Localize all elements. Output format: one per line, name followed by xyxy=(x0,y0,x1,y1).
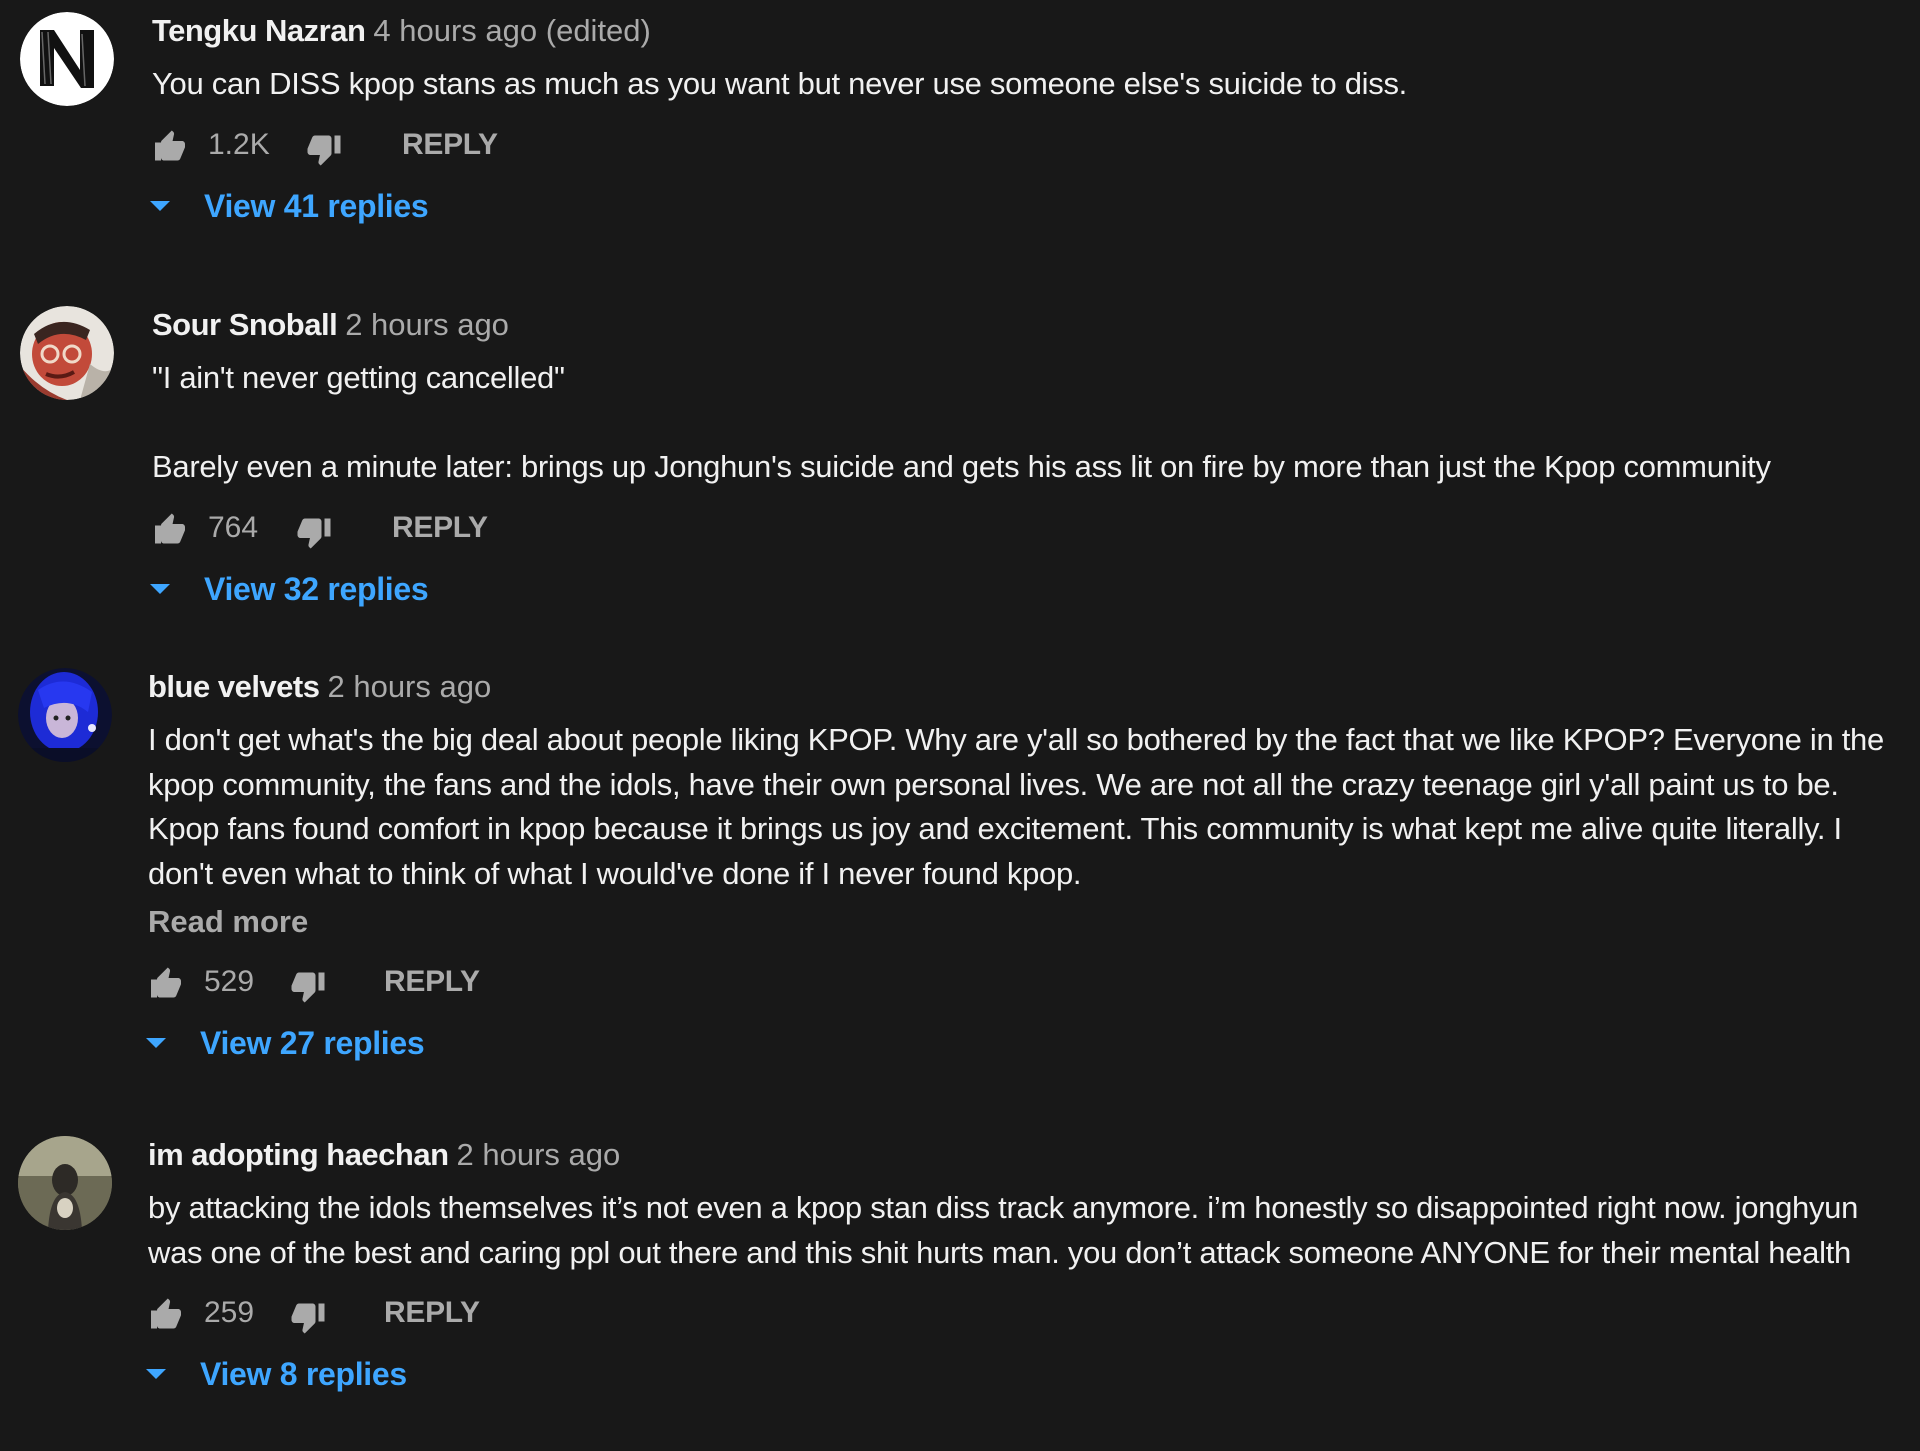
avatar[interactable] xyxy=(18,668,112,762)
reply-button[interactable]: REPLY xyxy=(384,962,480,1002)
comment-body: Tengku Nazran 4 hours ago (edited) You ca… xyxy=(150,12,1906,229)
comment-text: "I ain't never getting cancelled" Barely… xyxy=(152,360,1771,484)
comment-header: Sour Snoball 2 hours ago xyxy=(152,306,1906,344)
comment-text: You can DISS kpop stans as much as you w… xyxy=(152,66,1407,101)
comment-timestamp[interactable]: 2 hours ago xyxy=(345,307,509,342)
comment-actions: 529 REPLY xyxy=(148,958,1906,1006)
view-replies-label: View 27 replies xyxy=(200,1025,425,1061)
like-count: 764 xyxy=(208,510,259,544)
author-name[interactable]: im adopting haechan xyxy=(148,1137,449,1172)
comment-timestamp[interactable]: 4 hours ago (edited) xyxy=(373,13,650,48)
cartoon-character-avatar-icon xyxy=(20,306,114,400)
person-photo-avatar-icon xyxy=(18,1136,112,1230)
comment-timestamp[interactable]: 2 hours ago xyxy=(327,669,491,704)
author-name[interactable]: Sour Snoball xyxy=(152,307,338,342)
view-replies-button[interactable]: View 8 replies xyxy=(146,1351,1906,1397)
like-count: 529 xyxy=(204,965,255,998)
author-name[interactable]: blue velvets xyxy=(148,669,320,704)
blue-hair-avatar-icon xyxy=(18,668,112,762)
comment-body: Sour Snoball 2 hours ago "I ain't never g… xyxy=(150,306,1906,612)
thumbs-up-icon[interactable] xyxy=(148,966,184,1002)
thumbs-up-icon[interactable] xyxy=(152,129,188,165)
comment-actions: 1.2K REPLY xyxy=(152,121,1906,169)
view-replies-button[interactable]: View 27 replies xyxy=(146,1020,1906,1066)
thumbs-down-icon[interactable] xyxy=(290,968,326,1004)
comment-header: im adopting haechan 2 hours ago xyxy=(148,1136,1906,1174)
view-replies-button[interactable]: View 41 replies xyxy=(150,183,1906,229)
author-name[interactable]: Tengku Nazran xyxy=(152,13,366,48)
thumbs-down-icon[interactable] xyxy=(296,514,332,550)
view-replies-label: View 8 replies xyxy=(200,1356,407,1392)
view-replies-label: View 32 replies xyxy=(204,570,429,607)
caret-down-icon xyxy=(146,1369,166,1379)
avatar[interactable] xyxy=(20,306,114,400)
avatar[interactable] xyxy=(20,12,114,106)
comment-thread: Tengku Nazran 4 hours ago (edited) You ca… xyxy=(0,0,1920,1451)
comment-body: blue velvets 2 hours ago I don't get what… xyxy=(146,668,1906,1066)
comment-actions: 764 REPLY xyxy=(152,504,1906,552)
caret-down-icon xyxy=(146,1038,166,1048)
read-more-link[interactable]: Read more xyxy=(148,900,1906,944)
comment-header: Tengku Nazran 4 hours ago (edited) xyxy=(152,12,1906,50)
caret-down-icon xyxy=(150,583,170,594)
comment-body: im adopting haechan 2 hours ago by attack… xyxy=(146,1136,1906,1397)
view-replies-label: View 41 replies xyxy=(204,187,429,224)
n-letter-avatar-icon xyxy=(20,12,114,106)
thumbs-down-icon[interactable] xyxy=(306,131,342,167)
caret-down-icon xyxy=(150,200,170,211)
comment-header: blue velvets 2 hours ago xyxy=(148,668,1906,706)
comment-text: by attacking the idols themselves it’s n… xyxy=(148,1190,1867,1270)
thumbs-down-icon[interactable] xyxy=(290,1299,326,1335)
comment-actions: 259 REPLY xyxy=(148,1289,1906,1337)
thumbs-up-icon[interactable] xyxy=(152,512,188,548)
reply-button[interactable]: REPLY xyxy=(392,508,488,548)
comment-text: I don't get what's the big deal about pe… xyxy=(148,722,1893,891)
reply-button[interactable]: REPLY xyxy=(384,1293,480,1333)
reply-button[interactable]: REPLY xyxy=(402,125,498,165)
like-count: 1.2K xyxy=(208,127,270,161)
thumbs-up-icon[interactable] xyxy=(148,1297,184,1333)
avatar[interactable] xyxy=(18,1136,112,1230)
view-replies-button[interactable]: View 32 replies xyxy=(150,566,1906,612)
comment-timestamp[interactable]: 2 hours ago xyxy=(457,1137,621,1172)
like-count: 259 xyxy=(204,1296,255,1329)
